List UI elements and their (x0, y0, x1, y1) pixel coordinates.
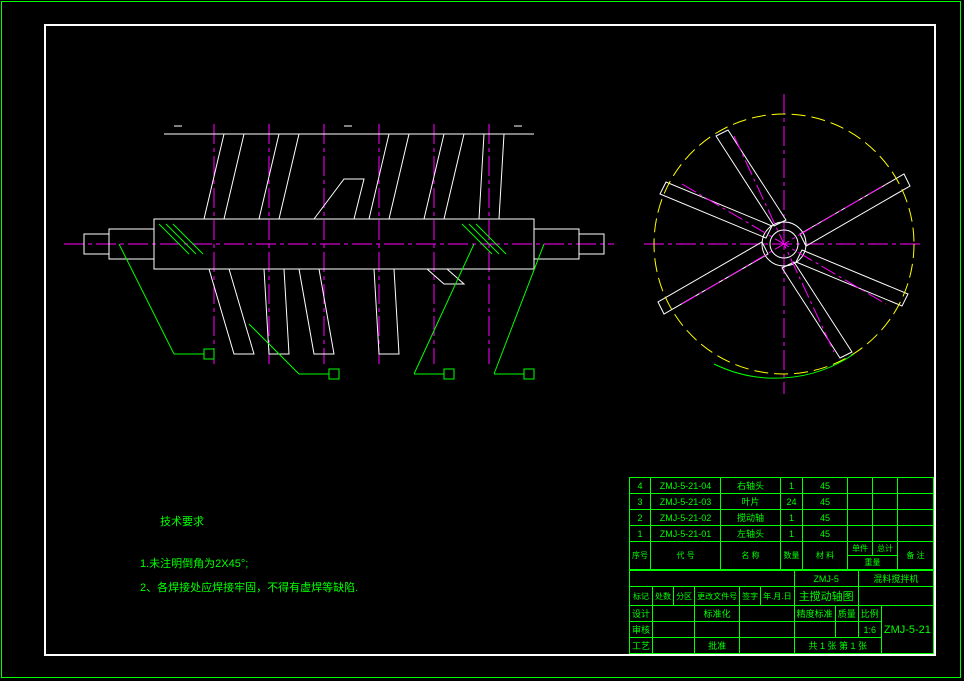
project-name: 混料搅拌机 (858, 571, 933, 587)
sheet-info: 共 1 张 第 1 张 (794, 638, 881, 654)
tech-req-title: 技术要求 (160, 510, 358, 534)
drawing-number: ZMJ-5-21 (881, 606, 933, 654)
technical-requirements: 技术要求 1.未注明倒角为2X45°; 2、各焊接处应焊接牢固，不得有虚焊等缺陷… (140, 510, 358, 601)
title-block: 4 ZMJ-5-21-04 右轴头 1 45 3 ZMJ-5-21-03 叶片 … (629, 477, 934, 654)
tech-req-line-2: 2、各焊接处应焊接牢固，不得有虚焊等缺陷. (140, 576, 358, 600)
bom-row: 1 ZMJ-5-21-01 左轴头 1 45 (630, 526, 934, 542)
bom-header-row: 序号 代 号 名 称 数量 材 料 单件 总计 备 注 (630, 542, 934, 556)
bom-table: 4 ZMJ-5-21-04 右轴头 1 45 3 ZMJ-5-21-03 叶片 … (629, 477, 934, 570)
bom-row: 4 ZMJ-5-21-04 右轴头 1 45 (630, 478, 934, 494)
project-code: ZMJ-5 (794, 571, 858, 587)
scale-value: 1:6 (858, 622, 881, 638)
drawing-title: 主搅动轴图 (794, 587, 858, 606)
title-info-table: ZMJ-5 混料搅拌机 主搅动轴图 标记 处数 分区 更改文件号 签字 年.月.… (629, 570, 934, 654)
bom-row: 3 ZMJ-5-21-03 叶片 24 45 (630, 494, 934, 510)
bom-row: 2 ZMJ-5-21-02 搅动轴 1 45 (630, 510, 934, 526)
tech-req-line-1: 1.未注明倒角为2X45°; (140, 552, 358, 576)
